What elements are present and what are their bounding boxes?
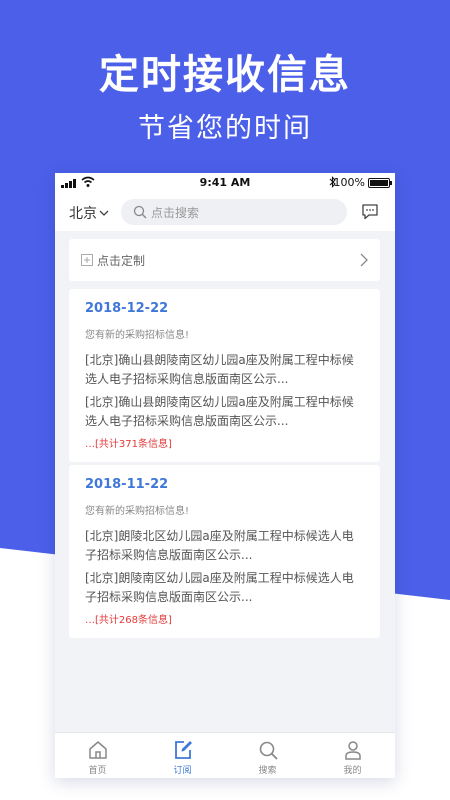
tab-search[interactable]: 搜索 bbox=[225, 733, 310, 778]
tab-subscribe[interactable]: 订阅 bbox=[140, 733, 225, 778]
card-item[interactable]: [北京]确山县朗陵南区幼儿园a座及附属工程中标候选人电子招标采购信息版面南区公示… bbox=[85, 393, 364, 431]
status-bar: 9:41 AM 100% bbox=[55, 173, 395, 193]
hero-subtitle: 节省您的时间 bbox=[138, 113, 312, 144]
card-total[interactable]: …[共计268条信息] bbox=[85, 611, 364, 626]
tab-label: 订阅 bbox=[173, 766, 192, 776]
message-icon[interactable] bbox=[361, 203, 379, 220]
card-date: 2018-12-22 bbox=[85, 301, 169, 316]
info-card[interactable]: 2018-12-22 您有新的采购招标信息! [北京]确山县朗陵南区幼儿园a座及… bbox=[69, 289, 380, 462]
tab-label: 首页 bbox=[88, 766, 107, 776]
tab-label: 我的 bbox=[343, 766, 362, 776]
card-total[interactable]: …[共计371条信息] bbox=[85, 435, 364, 450]
tab-label: 搜索 bbox=[258, 766, 277, 776]
tab-bar: 首页 订阅 搜索 我的 bbox=[55, 732, 395, 778]
tab-home[interactable]: 首页 bbox=[55, 733, 140, 778]
profile-icon bbox=[344, 741, 361, 760]
card-item[interactable]: [北京]朗陵北区幼儿园a座及附属工程中标候选人电子招标采购信息版面南区公示... bbox=[85, 527, 364, 565]
battery-percent: 100% bbox=[333, 176, 365, 189]
search-icon bbox=[259, 741, 278, 760]
top-bar: 北京 点击搜索 bbox=[55, 193, 395, 231]
city-selector[interactable]: 北京 bbox=[69, 203, 109, 223]
customize-label: 点击定制 bbox=[97, 253, 146, 268]
card-notice: 您有新的采购招标信息! bbox=[85, 330, 190, 341]
subscribe-edit-icon bbox=[174, 741, 192, 759]
card-notice: 您有新的采购招标信息! bbox=[85, 506, 190, 517]
phone-screen: 9:41 AM 100% 北京 点击搜索 点击定制 2018-12-22 您有新… bbox=[55, 173, 395, 778]
search-icon bbox=[133, 205, 147, 219]
city-label: 北京 bbox=[69, 206, 97, 222]
customize-entry[interactable]: 点击定制 bbox=[69, 239, 380, 281]
plus-square-icon bbox=[81, 254, 93, 266]
card-date: 2018-11-22 bbox=[85, 477, 169, 492]
info-card[interactable]: 2018-11-22 您有新的采购招标信息! [北京]朗陵北区幼儿园a座及附属工… bbox=[69, 465, 380, 638]
home-icon bbox=[88, 741, 107, 759]
card-item[interactable]: [北京]朗陵南区幼儿园a座及附属工程中标候选人电子招标采购信息版面南区公示... bbox=[85, 569, 364, 607]
battery-icon bbox=[368, 178, 392, 188]
search-placeholder: 点击搜索 bbox=[151, 205, 200, 220]
chevron-down-icon bbox=[99, 210, 109, 216]
chevron-right-icon bbox=[360, 253, 368, 267]
card-item[interactable]: [北京]确山县朗陵南区幼儿园a座及附属工程中标候选人电子招标采购信息版面南区公示… bbox=[85, 351, 364, 389]
search-input[interactable]: 点击搜索 bbox=[121, 199, 347, 225]
tab-profile[interactable]: 我的 bbox=[310, 733, 395, 778]
hero-title: 定时接收信息 bbox=[99, 52, 351, 98]
